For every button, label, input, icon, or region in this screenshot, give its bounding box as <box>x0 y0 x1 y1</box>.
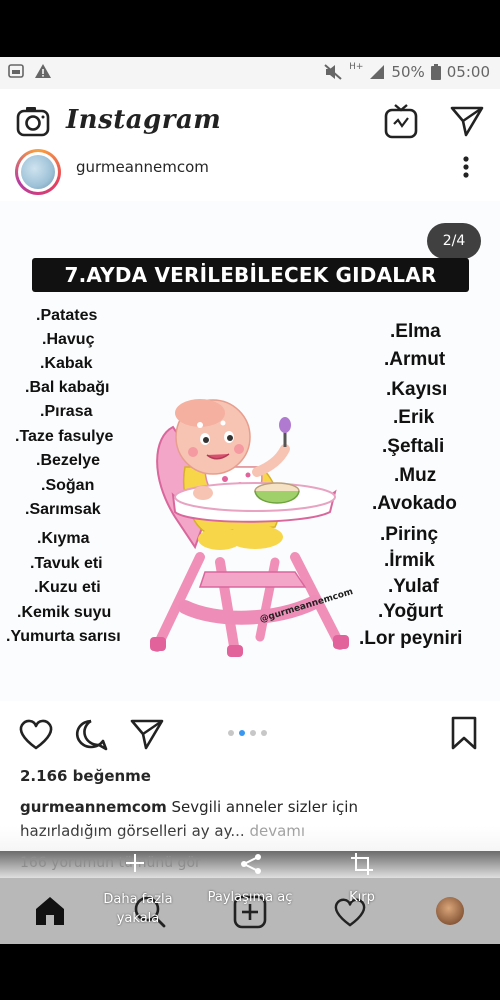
screenshot-action-overlay: Daha fazla yakala Paylaşıma aç Kırp <box>0 846 500 946</box>
food-right-4: .Erik <box>393 407 435 428</box>
food-right-12: .Lor peyniri <box>359 628 463 649</box>
food-right-2: .Armut <box>384 349 446 370</box>
food-right-5: .Şeftali <box>382 436 445 457</box>
bookmark-icon[interactable] <box>450 716 478 750</box>
food-left-6: .Taze fasulye <box>15 428 114 445</box>
app-header: Instagram <box>0 89 500 156</box>
food-left-13: .Kemik suyu <box>17 604 112 621</box>
igtv-icon[interactable] <box>384 103 418 139</box>
post-image[interactable]: 2/4 7.AYDA VERİLEBİLECEK GIDALAR .Patate… <box>0 201 500 701</box>
battery-percent: 50% <box>391 63 425 81</box>
crop-icon[interactable] <box>350 852 374 876</box>
food-left-2: .Havuç <box>42 331 95 348</box>
food-right-9: .İrmik <box>384 550 435 571</box>
food-right-3: .Kayısı <box>386 379 448 400</box>
like-heart-icon[interactable] <box>18 718 54 750</box>
food-left-14: .Yumurta sarısı <box>6 628 121 645</box>
caption-username[interactable]: gurmeannemcom <box>20 798 167 816</box>
share-action[interactable]: Paylaşıma aç <box>200 890 300 905</box>
caption-text-line1: Sevgili anneler sizler için <box>171 798 358 816</box>
battery-icon <box>430 64 441 80</box>
food-right-11: .Yoğurt <box>378 601 444 622</box>
capture-more-label-1: Daha fazla <box>103 892 173 907</box>
camera-icon[interactable] <box>16 105 50 139</box>
share-icon[interactable] <box>130 718 164 750</box>
share-nodes-icon[interactable] <box>239 852 263 876</box>
food-right-6: .Muz <box>394 465 437 486</box>
post-header: gurmeannemcom <box>0 149 500 201</box>
status-bar: H+ 50% 05:00 <box>0 57 500 89</box>
food-left-5: .Pırasa <box>40 403 93 420</box>
carousel-dot <box>261 730 267 736</box>
comment-icon[interactable] <box>74 718 108 752</box>
clock: 05:00 <box>446 63 490 81</box>
post-username[interactable]: gurmeannemcom <box>76 158 209 176</box>
food-left-7: .Bezelye <box>36 452 101 469</box>
food-right-10: .Yulaf <box>388 576 439 597</box>
direct-message-icon[interactable] <box>450 105 484 137</box>
food-right-8: .Pirinç <box>380 524 439 545</box>
crop-action[interactable]: Kırp <box>340 890 384 905</box>
likes-count[interactable]: 2.166 beğenme <box>20 767 151 785</box>
carousel-dot-active <box>239 730 245 736</box>
warning-icon <box>35 64 51 78</box>
capture-more-icon[interactable] <box>124 852 146 874</box>
food-left-3: .Kabak <box>40 355 93 372</box>
food-left-9: .Sarımsak <box>25 501 101 518</box>
likes-row: 2.166 beğenme <box>0 761 500 791</box>
food-left-10: .Kıyma <box>37 530 90 547</box>
capture-more-label-2: yakala <box>116 911 160 926</box>
gallery-notification-icon <box>8 64 24 78</box>
capture-more-action[interactable]: Daha fazla yakala <box>92 890 184 928</box>
food-left-11: .Tavuk eti <box>30 555 103 572</box>
food-left-8: .Soğan <box>41 477 95 494</box>
food-left-1: .Patates <box>36 307 98 324</box>
user-avatar[interactable] <box>15 149 61 195</box>
phone-screen: H+ 50% 05:00 Instagram gurmeannemcom 2/4… <box>0 0 500 1000</box>
food-right-1: .Elma <box>390 321 441 342</box>
carousel-dot <box>250 730 256 736</box>
carousel-indicator <box>228 730 267 736</box>
image-counter: 2/4 <box>427 223 481 259</box>
network-type: H+ <box>349 62 364 72</box>
food-right-7: .Avokado <box>372 493 457 514</box>
app-title: Instagram <box>66 105 222 135</box>
post-action-bar <box>0 701 500 761</box>
signal-icon <box>370 65 385 79</box>
food-left-4: .Bal kabağı <box>25 379 110 396</box>
more-options-icon[interactable] <box>461 155 471 179</box>
image-title: 7.AYDA VERİLEBİLECEK GIDALAR <box>32 258 469 292</box>
food-left-12: .Kuzu eti <box>34 579 101 596</box>
carousel-dot <box>228 730 234 736</box>
baby-highchair-illustration <box>150 399 349 657</box>
mute-icon <box>324 64 342 80</box>
